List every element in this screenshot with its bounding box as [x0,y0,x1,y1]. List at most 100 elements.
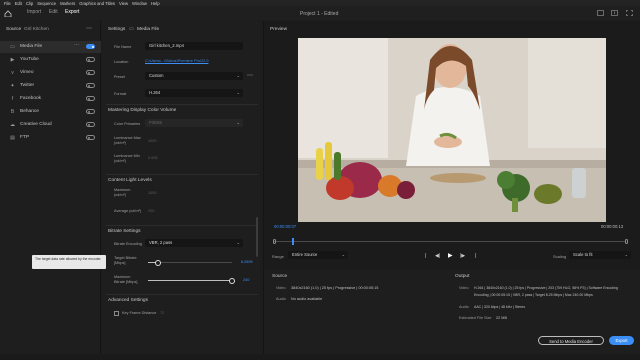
bitrate-encoding-dropdown[interactable]: VBR, 2 pass ⌄ [145,239,243,247]
source-panel: Source Girl Kitchen ⋯ ▭ Media File ⋯ ▶ Y… [0,21,101,354]
lum-min-label: Luminance Min (cd/m²) [114,154,140,163]
destination-label: Facebook [20,96,42,101]
chevron-down-icon: ⌄ [236,73,240,78]
destination-label: Behance [20,109,39,114]
destination-toggle[interactable] [86,44,95,49]
step-back-icon[interactable]: ◀| [435,253,440,259]
play-icon[interactable]: ▶ [448,252,453,259]
in-point-handle[interactable] [273,239,276,244]
tab-edit[interactable]: Edit [49,9,58,15]
slider-thumb[interactable] [229,277,235,284]
range-value: Entire Source [292,252,318,257]
destination-label: Vimeo [20,70,34,75]
destination-label: FTP [20,135,30,140]
menu-window[interactable]: Window [132,1,147,6]
format-dropdown[interactable]: H.264 ⌄ [145,89,243,97]
tab-import[interactable]: Import [27,9,41,15]
menu-sequence[interactable]: Sequence [37,1,56,6]
chevron-down-icon: ⌄ [236,90,240,95]
destination-youtube[interactable]: ▶ YouTube [0,54,101,66]
destination-label: YouTube [20,57,39,62]
file-name-input[interactable]: Girl kitchen_2.mp4 [145,42,243,50]
max-cll-label: Maximum (cd/m²) [114,188,131,197]
workspaces-icon[interactable] [597,10,604,16]
destination-creative-cloud[interactable]: ☁ Creative Cloud [0,119,101,131]
color-primaries-dropdown[interactable]: P3D65 ⌄ [145,119,243,127]
menu-markers[interactable]: Markers [60,1,75,6]
output-info-title: Output [455,274,470,279]
source-more-icon[interactable]: ⋯ [86,25,92,32]
mark-out-icon[interactable]: | [475,253,476,259]
menu-clip[interactable]: Clip [26,1,33,6]
destination-toggle[interactable] [86,96,95,101]
fullscreen-icon[interactable] [626,10,633,16]
project-title: Project 1 - Edited [300,11,339,17]
keyframe-checkbox[interactable] [114,311,119,316]
menu-edit[interactable]: Edit [15,1,22,6]
chevron-down-icon: ⌄ [341,252,345,257]
creative-cloud-icon: ☁ [10,122,15,128]
destination-media-file[interactable]: ▭ Media File ⋯ [0,41,101,53]
source-header-value: Girl Kitchen [24,27,49,32]
row-more-icon[interactable]: ⋯ [74,43,80,49]
behance-icon: B [10,109,15,115]
range-dropdown[interactable]: Entire Source ⌄ [288,251,348,259]
lum-min-value[interactable]: 0.005 [148,156,158,160]
destination-toggle[interactable] [86,122,95,127]
destination-toggle[interactable] [86,57,95,62]
timecode-current[interactable]: 00:00:00:07 [274,224,296,229]
file-icon: ▭ [129,26,134,32]
menu-graphics[interactable]: Graphics and Titles [79,1,115,6]
target-bitrate-slider[interactable] [148,259,232,266]
location-link[interactable]: C:\Users\...\Videos\Premiere Pro\22.0 [145,59,208,63]
color-primaries-value: P3D65 [149,120,162,125]
output-audio-value: AAC | 320 kbps | 48 kHz | Stereo [474,305,526,309]
lum-max-value[interactable]: 1000 [148,139,156,143]
out-point-handle[interactable] [625,239,628,244]
keyframe-value[interactable]: 72 [160,311,164,315]
scaling-dropdown[interactable]: Scale to fit ⌄ [569,251,631,259]
preview-title: Preview [270,27,288,32]
destination-vimeo[interactable]: v Vimeo [0,67,101,79]
max-cll-value[interactable]: 1000 [148,191,156,195]
max-bitrate-label: Maximum Bitrate [Mbps] [114,275,138,284]
max-bitrate-slider[interactable] [148,277,235,284]
ftp-icon: ▤ [10,135,15,141]
file-name-label: File Name [114,45,132,49]
max-bitrate-value[interactable]: 240 [243,278,249,282]
destination-toggle[interactable] [86,83,95,88]
avg-cll-value[interactable]: 200 [148,209,154,213]
slider-thumb[interactable] [155,259,162,266]
location-label: Location [114,60,129,64]
destination-twitter[interactable]: ✦ Twitter [0,80,101,92]
tooltip: The target data rate allowed by the enco… [32,255,106,269]
preset-more-icon[interactable]: ⋯ [247,72,253,79]
home-icon[interactable] [4,10,12,17]
step-forward-icon[interactable]: |▶ [460,253,465,259]
menu-file[interactable]: File [4,1,11,6]
quick-export-icon[interactable] [611,10,618,16]
twitter-icon: ✦ [10,83,15,89]
menu-view[interactable]: View [119,1,128,6]
destination-toggle[interactable] [86,109,95,114]
slider-fill [148,280,232,281]
settings-panel: Settings ▭ Media File File Name Girl kit… [32,21,260,354]
destination-toggle[interactable] [86,70,95,75]
destination-label: Media File [20,44,43,49]
destination-facebook[interactable]: f Facebook [0,93,101,105]
send-to-media-encoder-button[interactable]: Send to Media Encoder [538,336,604,345]
keyframe-label: Key Frame Distance [122,311,157,315]
menu-help[interactable]: Help [151,1,160,6]
destination-ftp[interactable]: ▤ FTP [0,132,101,144]
mark-in-icon[interactable]: | [425,253,426,259]
playhead[interactable] [291,238,294,245]
export-button[interactable]: Export [609,336,634,345]
tab-export[interactable]: Export [65,9,79,15]
preset-dropdown[interactable]: Custom ⌄ [145,72,243,80]
target-bitrate-value[interactable]: 8.2896 [241,260,253,264]
settings-scrollbar[interactable] [256,217,258,257]
advanced-title: Advanced Settings [108,298,149,303]
destination-behance[interactable]: B Behance [0,106,101,118]
destination-toggle[interactable] [86,135,95,140]
timeline-scrubber[interactable] [274,238,626,245]
